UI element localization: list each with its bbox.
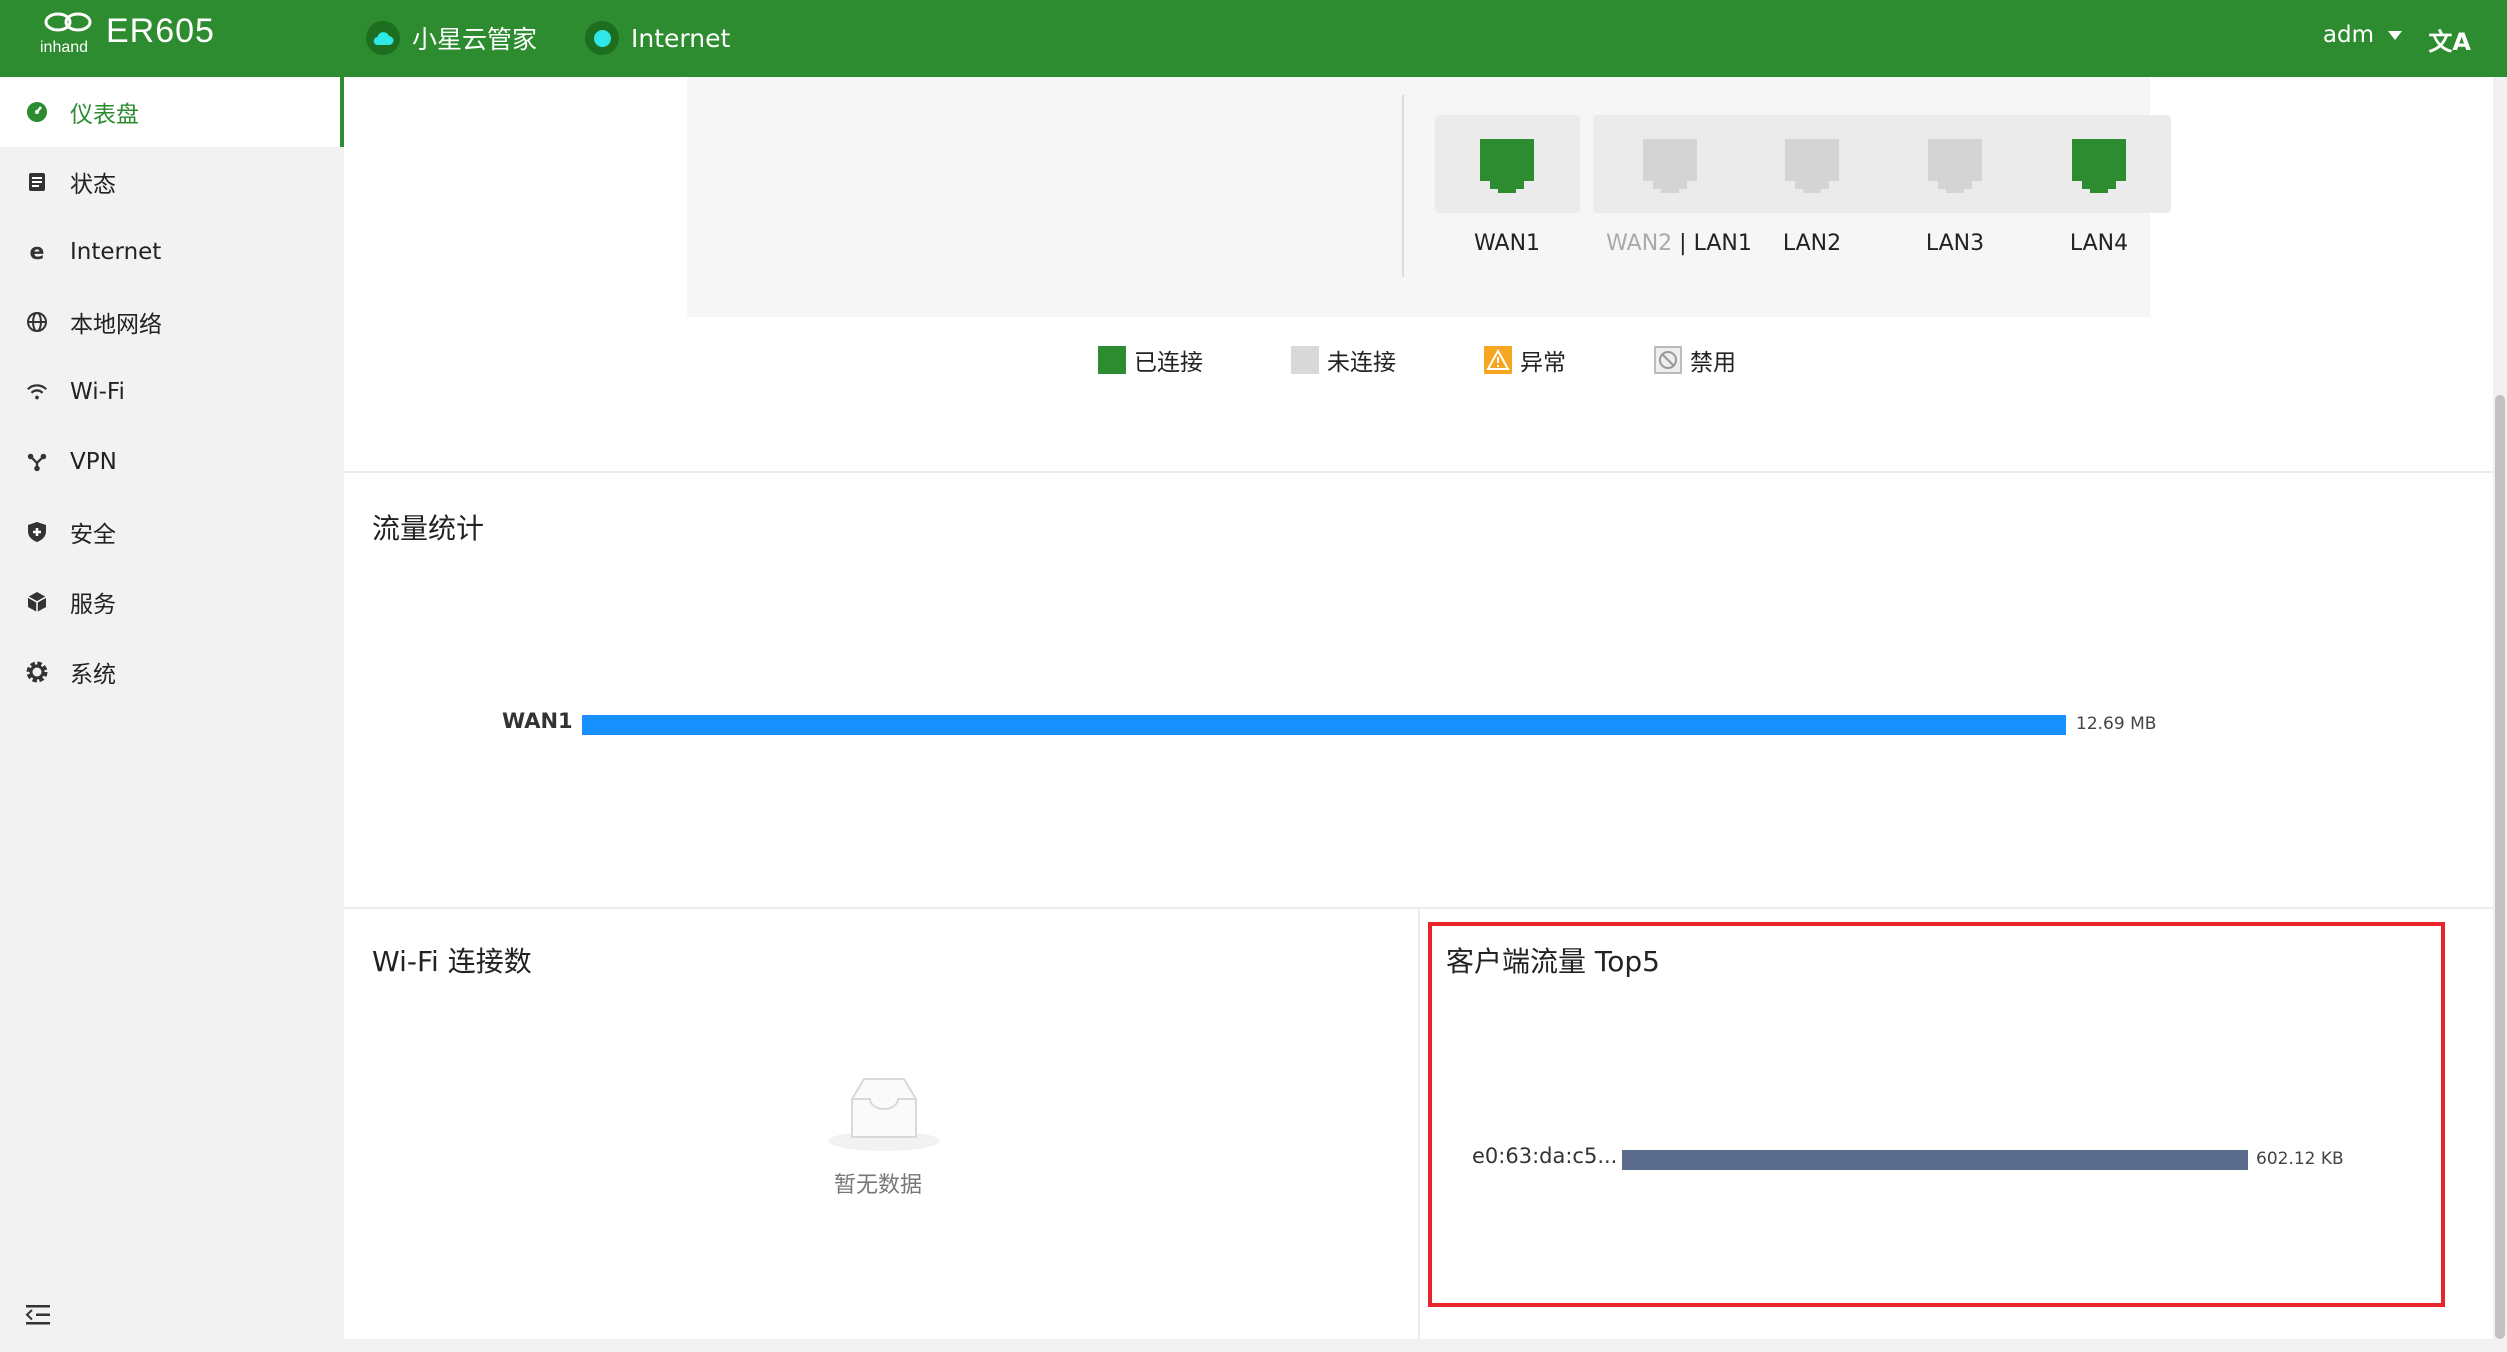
sidebar-item-label: 系统 xyxy=(70,662,116,688)
legend-connected: 已连接 xyxy=(1098,345,1203,376)
ethernet-port-icon[interactable] xyxy=(2070,137,2128,195)
cube-icon xyxy=(26,591,48,613)
sidebar-item-label: 服务 xyxy=(70,592,116,618)
ethernet-port-icon[interactable] xyxy=(1783,137,1841,195)
port-label-lan2: LAN2 xyxy=(1782,231,1842,256)
sidebar-item-label: VPN xyxy=(70,449,117,475)
sidebar-item-internet[interactable]: e Internet xyxy=(0,217,344,287)
svg-text:inhand: inhand xyxy=(40,39,88,56)
globe-icon xyxy=(26,311,48,333)
collapse-menu-icon[interactable] xyxy=(24,1302,52,1328)
wifi-icon xyxy=(26,381,48,403)
warning-icon xyxy=(1484,346,1512,374)
legend-label: 禁用 xyxy=(1690,350,1736,376)
legend-label: 未连接 xyxy=(1327,350,1396,376)
port-label-lan3: LAN3 xyxy=(1925,231,1985,256)
legend-swatch xyxy=(1291,346,1319,374)
sidebar-item-dashboard[interactable]: 仪表盘 xyxy=(0,77,344,147)
dashboard-icon xyxy=(26,101,48,123)
port-label-lan4: LAN4 xyxy=(2069,231,2129,256)
sidebar-item-label: 状态 xyxy=(70,172,116,198)
internet-status[interactable]: Internet xyxy=(585,18,730,58)
internet-label: Internet xyxy=(631,23,731,53)
cloud-icon xyxy=(366,21,400,55)
ports-panel: WAN1 WAN2 | LAN1 LAN2 LAN3 LAN4 xyxy=(687,77,2171,317)
internet-status-icon xyxy=(585,21,619,55)
ports-divider xyxy=(1402,95,1404,277)
ethernet-port-icon[interactable] xyxy=(1478,137,1536,195)
sidebar-item-system[interactable]: 系统 xyxy=(0,637,344,707)
legend-abnormal: 异常 xyxy=(1484,345,1566,376)
gear-icon xyxy=(26,661,48,683)
sidebar: 仪表盘 状态 e Internet 本地网络 Wi-Fi VPN 安全 服务 系… xyxy=(0,77,344,1352)
scrollbar[interactable] xyxy=(2493,77,2507,1339)
sidebar-item-vpn[interactable]: VPN xyxy=(0,427,344,497)
shield-icon xyxy=(26,521,48,543)
highlight-frame xyxy=(1428,922,2445,1307)
port-label-wan2: WAN2 xyxy=(1606,231,1673,256)
cloud-label: 小星云管家 xyxy=(412,25,538,54)
legend-swatch xyxy=(1098,346,1126,374)
traffic-bar-label: WAN1 xyxy=(502,709,573,733)
chevron-down-icon xyxy=(2388,30,2402,40)
main-content: WAN1 WAN2 | LAN1 LAN2 LAN3 LAN4 已连接 未连接 … xyxy=(344,77,2493,1339)
model-name: ER605 xyxy=(106,12,215,50)
sidebar-item-label: Internet xyxy=(70,239,162,265)
traffic-title: 流量统计 xyxy=(372,512,485,545)
translate-icon[interactable]: 文A xyxy=(2428,22,2471,57)
user-name: adm xyxy=(2322,22,2374,48)
empty-text: 暂无数据 xyxy=(834,1173,923,1198)
cloud-status[interactable]: 小星云管家 xyxy=(366,18,537,58)
sidebar-item-label: Wi-Fi xyxy=(70,379,125,405)
traffic-bar xyxy=(582,715,2066,735)
sidebar-item-services[interactable]: 服务 xyxy=(0,567,344,637)
sidebar-item-local-network[interactable]: 本地网络 xyxy=(0,287,344,357)
legend-disabled: 禁用 xyxy=(1654,345,1736,376)
legend-label: 异常 xyxy=(1520,350,1566,376)
sidebar-item-label: 本地网络 xyxy=(70,312,162,338)
wifi-title: Wi-Fi 连接数 xyxy=(372,945,532,978)
section-divider-vertical xyxy=(1418,907,1420,1339)
ethernet-port-icon[interactable] xyxy=(1926,137,1984,195)
internet-icon: e xyxy=(29,239,45,265)
traffic-bar-value: 12.69 MB xyxy=(2076,714,2157,734)
port-label-wan1: WAN1 xyxy=(1473,231,1541,256)
port-label-separator: | xyxy=(1672,231,1694,256)
section-divider xyxy=(344,471,2493,473)
legend-disconnected: 未连接 xyxy=(1291,345,1396,376)
sidebar-item-label: 安全 xyxy=(70,522,116,548)
vpn-icon xyxy=(26,451,48,473)
disabled-icon xyxy=(1654,346,1682,374)
sidebar-item-wifi[interactable]: Wi-Fi xyxy=(0,357,344,427)
scrollbar-thumb[interactable] xyxy=(2495,395,2505,1339)
sidebar-item-label: 仪表盘 xyxy=(70,102,139,128)
status-icon xyxy=(26,171,48,193)
user-menu[interactable]: adm xyxy=(2323,22,2402,48)
port-label-wan2-lan1: WAN2 | LAN1 xyxy=(1599,231,1759,256)
empty-inbox-icon xyxy=(828,1078,940,1151)
sidebar-item-status[interactable]: 状态 xyxy=(0,147,344,217)
inhand-logo: inhand xyxy=(40,12,92,56)
legend-label: 已连接 xyxy=(1134,350,1203,376)
sidebar-item-security[interactable]: 安全 xyxy=(0,497,344,567)
ethernet-port-icon[interactable] xyxy=(1641,137,1699,195)
top-bar: inhand ER605 小星云管家 Internet adm 文A xyxy=(0,0,2507,77)
